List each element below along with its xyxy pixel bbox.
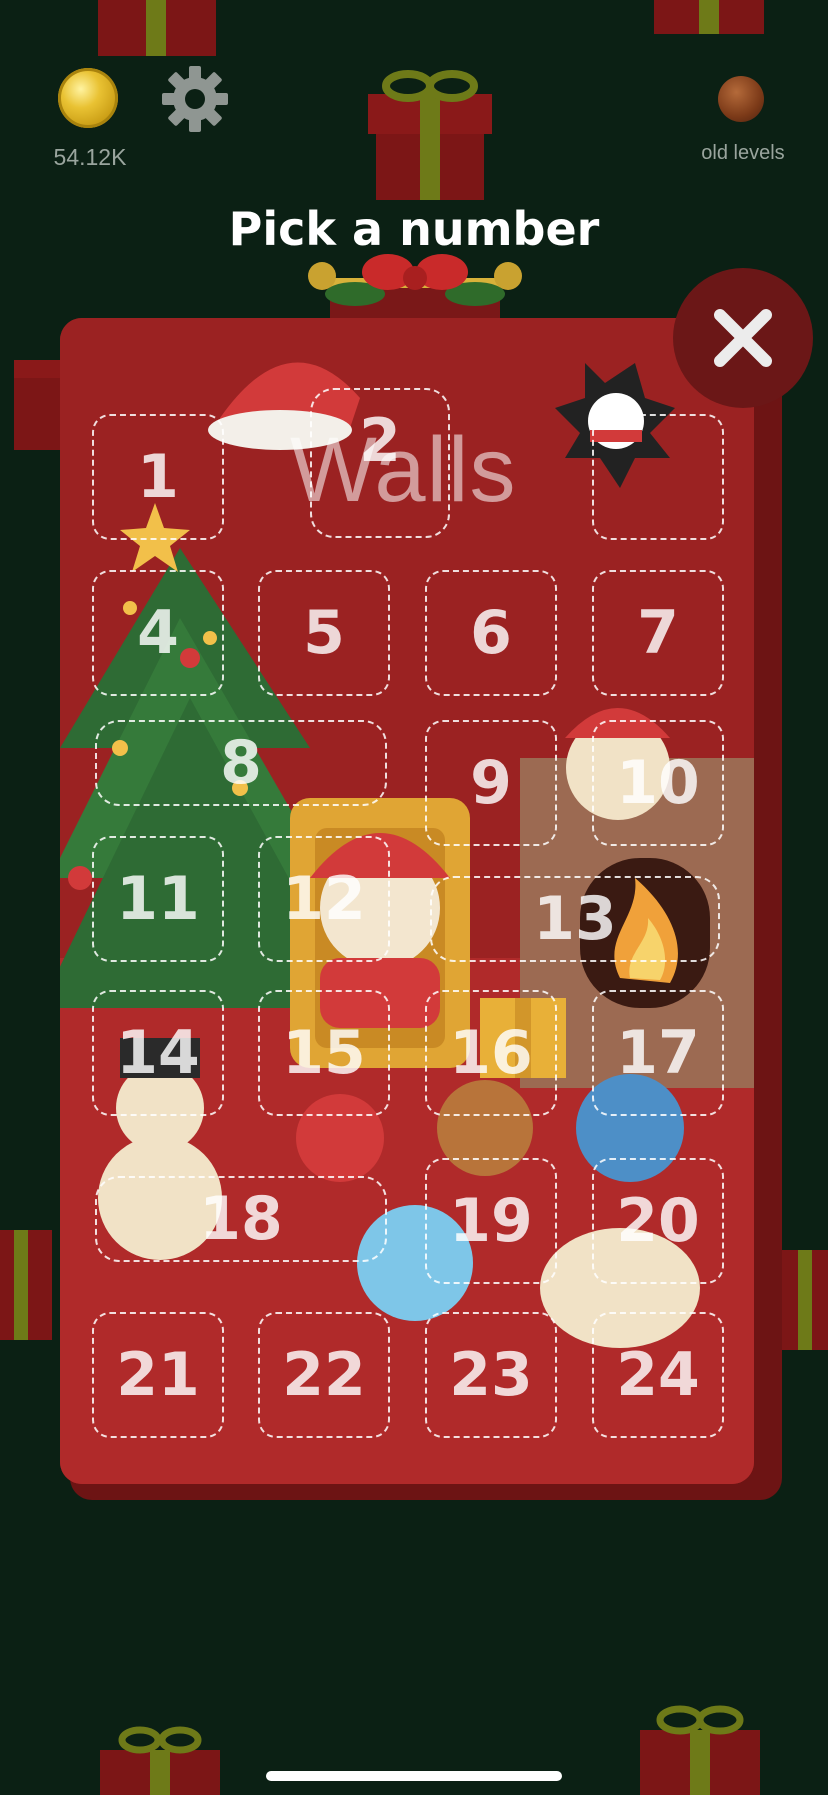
day-cell-1[interactable]: 1 (92, 414, 224, 540)
day-cell-8[interactable]: 8 (95, 720, 387, 806)
day-cell-23[interactable]: 23 (425, 1312, 557, 1438)
coin-icon (58, 68, 118, 128)
day-cell-21[interactable]: 21 (92, 1312, 224, 1438)
day-cell-14[interactable]: 14 (92, 990, 224, 1116)
gift-decoration-icon (368, 70, 492, 200)
home-indicator[interactable] (266, 1771, 562, 1781)
day-cell-20[interactable]: 20 (592, 1158, 724, 1284)
gift-decoration-icon (98, 0, 216, 56)
day-cell-7[interactable]: 7 (592, 570, 724, 696)
day-cell-11[interactable]: 11 (92, 836, 224, 962)
gift-decoration-icon (640, 1705, 760, 1795)
bow-ornament-icon (308, 254, 522, 326)
advent-board: Walls 1 2 4 5 6 7 8 9 10 11 12 13 14 15 … (60, 318, 754, 1484)
day-cell-badge[interactable] (592, 414, 724, 540)
gift-decoration-icon (654, 0, 764, 34)
day-cell-18[interactable]: 18 (95, 1176, 387, 1262)
day-cell-15[interactable]: 15 (258, 990, 390, 1116)
day-cell-13[interactable]: 13 (430, 876, 720, 962)
gift-decoration-icon (0, 1230, 52, 1340)
day-cell-22[interactable]: 22 (258, 1312, 390, 1438)
close-button[interactable] (673, 268, 813, 408)
day-cell-16[interactable]: 16 (425, 990, 557, 1116)
gear-icon[interactable] (160, 64, 230, 134)
old-levels-link[interactable]: old levels (680, 142, 806, 165)
day-cell-12[interactable]: 12 (258, 836, 390, 962)
day-cell-6[interactable]: 6 (425, 570, 557, 696)
day-cell-24[interactable]: 24 (592, 1312, 724, 1438)
day-cell-5[interactable]: 5 (258, 570, 390, 696)
gift-decoration-icon (100, 1726, 220, 1795)
day-cell-4[interactable]: 4 (92, 570, 224, 696)
day-cell-2[interactable]: 2 (310, 388, 450, 538)
close-icon (714, 309, 772, 367)
ball-icon[interactable] (718, 76, 764, 122)
gift-decoration-icon (780, 1250, 828, 1350)
day-cell-10[interactable]: 10 (592, 720, 724, 846)
day-cell-19[interactable]: 19 (425, 1158, 557, 1284)
day-cell-9[interactable]: 9 (425, 720, 557, 846)
coin-count: 54.12K (53, 144, 127, 170)
day-cell-17[interactable]: 17 (592, 990, 724, 1116)
